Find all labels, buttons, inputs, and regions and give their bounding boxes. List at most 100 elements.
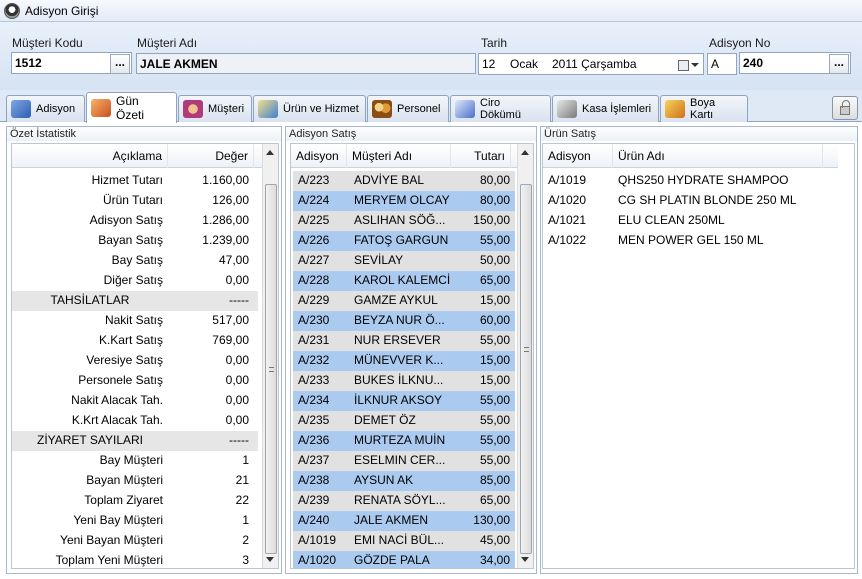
table-row[interactable]: K.Krt Alacak Tah. 0,00 bbox=[12, 411, 258, 431]
musteri-kodu-lookup-button[interactable]: ... bbox=[110, 54, 130, 74]
col-tutari-header[interactable]: Tutarı bbox=[451, 144, 511, 168]
table-row[interactable]: A/236 MURTEZA MUİN 55,00 bbox=[293, 431, 515, 451]
musteri-adi-value: JALE AKMEN bbox=[140, 56, 218, 71]
grip-icon bbox=[524, 347, 529, 352]
musteri-adi-cell: BEYZA NUR Ö... bbox=[354, 313, 445, 327]
table-row[interactable]: A/237 ESELMIN CER... 55,00 bbox=[293, 451, 515, 471]
musteri-adi-cell: ASLIHAN SÖĞ... bbox=[354, 213, 446, 227]
ozet-scrollbar[interactable] bbox=[262, 144, 278, 568]
col-urun-adisyon-header[interactable]: Adisyon bbox=[543, 144, 613, 168]
adisyon-no-field[interactable]: 240 ... bbox=[739, 52, 851, 74]
table-row[interactable]: A/1019 EMI NACİ BÜL... 45,00 bbox=[293, 531, 515, 551]
table-row[interactable]: A/230 BEYZA NUR Ö... 60,00 bbox=[293, 311, 515, 331]
table-row[interactable]: Toplam Ziyaret 22 bbox=[12, 491, 258, 511]
table-row[interactable]: A/223 ADVİYE BAL 80,00 bbox=[293, 171, 515, 191]
adisyon-satis-title: Adisyon Satış bbox=[286, 127, 536, 141]
scroll-up-icon[interactable] bbox=[521, 150, 529, 155]
table-row[interactable]: A/228 KAROL KALEMCİ 65,00 bbox=[293, 271, 515, 291]
adisyon-prefix-field[interactable]: A bbox=[707, 53, 737, 75]
table-row[interactable]: Toplam Yeni Müşteri 3 bbox=[12, 551, 258, 568]
col-aciklama-header[interactable]: Açıklama bbox=[12, 144, 168, 168]
tab-adisyon[interactable]: Adisyon bbox=[6, 95, 85, 122]
tab-urun-ve-hizmet[interactable]: Ürün ve Hizmet bbox=[253, 95, 366, 122]
tutar-cell: 55,00 bbox=[479, 393, 510, 407]
tab-ciro-dokumu[interactable]: Ciro Dökümü bbox=[450, 95, 551, 122]
table-row[interactable]: Hizmet Tutarı 1.160,00 bbox=[12, 171, 258, 191]
urun-adisyon-cell: A/1020 bbox=[548, 193, 587, 207]
ozet-scroll-thumb[interactable] bbox=[265, 184, 277, 554]
table-row[interactable]: A/1022 MEN POWER GEL 150 ML bbox=[543, 231, 843, 251]
tarih-field[interactable]: 12 Ocak 2011 Çarşamba bbox=[478, 53, 704, 75]
adisyon-satis-grid[interactable]: Adisyon Müşteri Adı Tutarı A/223 ADVİYE B… bbox=[290, 143, 534, 569]
table-row[interactable]: Yeni Bay Müşteri 1 bbox=[12, 511, 258, 531]
table-row[interactable]: Yeni Bayan Müşteri 2 bbox=[12, 531, 258, 551]
table-row[interactable]: A/239 RENATA SÖYL... 65,00 bbox=[293, 491, 515, 511]
table-row[interactable]: A/225 ASLIHAN SÖĞ... 150,00 bbox=[293, 211, 515, 231]
table-row[interactable]: A/1021 ELU CLEAN 250ML bbox=[543, 211, 843, 231]
table-row[interactable]: Bayan Satış 1.239,00 bbox=[12, 231, 258, 251]
table-row[interactable]: Bay Müşteri 1 bbox=[12, 451, 258, 471]
calendar-dropdown-button[interactable] bbox=[678, 58, 700, 72]
table-row[interactable]: Nakit Alacak Tah. 0,00 bbox=[12, 391, 258, 411]
table-row[interactable]: A/229 GAMZE AYKUL 15,00 bbox=[293, 291, 515, 311]
adisyon-no-lookup-button[interactable]: ... bbox=[829, 54, 849, 74]
scroll-up-icon[interactable] bbox=[266, 150, 274, 155]
tab-musteri[interactable]: Müşteri bbox=[178, 95, 252, 122]
adisyon-cell: A/228 bbox=[298, 273, 330, 287]
scroll-down-icon[interactable] bbox=[521, 557, 529, 562]
satis-scroll-thumb[interactable] bbox=[520, 184, 532, 554]
tab-boya-karti[interactable]: Boya Kartı bbox=[660, 95, 748, 122]
table-row[interactable]: K.Kart Satış 769,00 bbox=[12, 331, 258, 351]
ozet-istatistik-grid[interactable]: Açıklama Değer Hizmet Tutarı 1.160,00 Ürün… bbox=[11, 143, 279, 569]
col-urun-adi-header[interactable]: Ürün Adı bbox=[613, 144, 823, 168]
table-row[interactable]: A/226 FATOŞ GARGUN 55,00 bbox=[293, 231, 515, 251]
urun-satis-grid[interactable]: Adisyon Ürün Adı A/1019 QHS250 HYDRATE SH… bbox=[542, 143, 855, 569]
table-row[interactable]: A/235 DEMET ÖZ 55,00 bbox=[293, 411, 515, 431]
table-row[interactable]: Nakit Satış 517,00 bbox=[12, 311, 258, 331]
table-row[interactable]: Veresiye Satış 0,00 bbox=[12, 351, 258, 371]
tab-personel[interactable]: Personel bbox=[367, 95, 449, 122]
table-row[interactable]: Adisyon Satış 1.286,00 bbox=[12, 211, 258, 231]
section-row[interactable]: ZİYARET SAYILARI ----- bbox=[12, 431, 258, 451]
table-row[interactable]: Ürün Tutarı 126,00 bbox=[12, 191, 258, 211]
table-row[interactable]: A/233 BUKES İLKNU... 15,00 bbox=[293, 371, 515, 391]
col-deger-header[interactable]: Değer bbox=[168, 144, 254, 168]
adisyon-cell: A/235 bbox=[298, 413, 330, 427]
col-musteri-adi-header[interactable]: Müşteri Adı bbox=[347, 144, 451, 168]
table-row[interactable]: A/238 AYSUN AK 85,00 bbox=[293, 471, 515, 491]
tab-personel-label: Personel bbox=[397, 103, 441, 115]
deger-cell: ----- bbox=[229, 293, 249, 307]
table-row[interactable]: Bay Satış 47,00 bbox=[12, 251, 258, 271]
table-row[interactable]: A/1020 CG SH PLATIN BLONDE 250 ML bbox=[543, 191, 843, 211]
section-row[interactable]: TAHSİLATLAR ----- bbox=[12, 291, 258, 311]
musteri-kodu-field[interactable]: 1512 ... bbox=[11, 52, 132, 74]
table-row[interactable]: Personele Satış 0,00 bbox=[12, 371, 258, 391]
tarih-day[interactable]: 12 bbox=[482, 57, 495, 71]
musteri-adi-field[interactable]: JALE AKMEN bbox=[136, 53, 476, 74]
lock-button[interactable] bbox=[832, 96, 858, 120]
report-icon bbox=[455, 100, 475, 118]
tab-gun-ozeti[interactable]: Gün Özeti bbox=[86, 92, 177, 123]
adisyon-cell: A/230 bbox=[298, 313, 330, 327]
table-row[interactable]: A/224 MERYEM OLCAY 80,00 bbox=[293, 191, 515, 211]
tab-adisyon-label: Adisyon bbox=[36, 103, 76, 115]
urun-adi-cell: ELU CLEAN 250ML bbox=[618, 213, 725, 227]
table-row[interactable]: Diğer Satış 0,00 bbox=[12, 271, 258, 291]
table-row[interactable]: Bayan Müşteri 21 bbox=[12, 471, 258, 491]
table-row[interactable]: A/1020 GÖZDE PALA 34,00 bbox=[293, 551, 515, 568]
adisyon-satis-group: Adisyon Satış Adisyon Müşteri Adı Tutarı… bbox=[285, 126, 537, 574]
aciklama-cell: Veresiye Satış bbox=[86, 353, 163, 367]
tarih-month[interactable]: Ocak bbox=[510, 57, 538, 71]
col-adisyon-header[interactable]: Adisyon bbox=[291, 144, 347, 168]
table-row[interactable]: A/231 NUR ERSEVER 55,00 bbox=[293, 331, 515, 351]
musteri-adi-cell: RENATA SÖYL... bbox=[354, 493, 446, 507]
table-row[interactable]: A/240 JALE AKMEN 130,00 bbox=[293, 511, 515, 531]
table-row[interactable]: A/227 SEVİLAY 50,00 bbox=[293, 251, 515, 271]
tarih-year-weekday[interactable]: 2011 Çarşamba bbox=[552, 57, 637, 71]
table-row[interactable]: A/1019 QHS250 HYDRATE SHAMPOO bbox=[543, 171, 843, 191]
tab-kasa-islemleri[interactable]: Kasa İşlemleri bbox=[552, 95, 659, 122]
table-row[interactable]: A/232 MÜNEVVER K... 15,00 bbox=[293, 351, 515, 371]
satis-scrollbar[interactable] bbox=[517, 144, 533, 568]
table-row[interactable]: A/234 İLKNUR AKSOY 55,00 bbox=[293, 391, 515, 411]
scroll-down-icon[interactable] bbox=[266, 557, 274, 562]
